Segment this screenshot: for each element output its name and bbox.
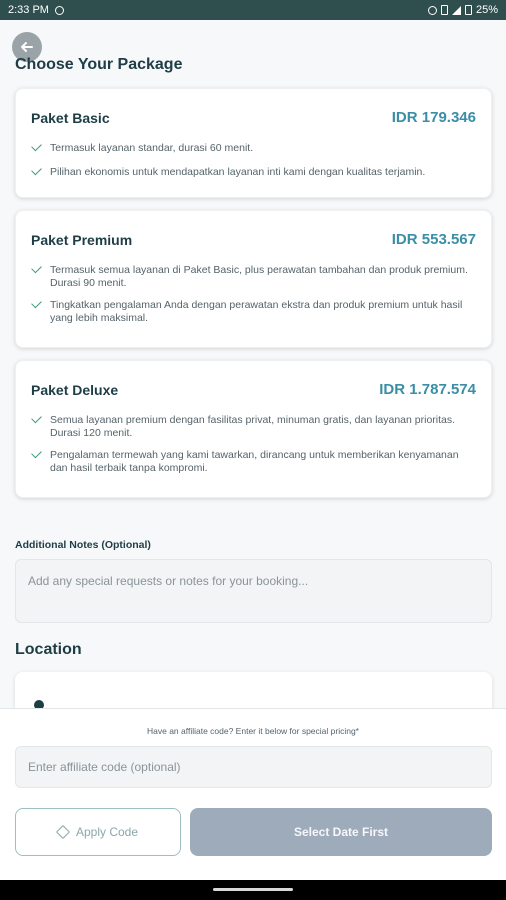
notification-icon — [54, 5, 64, 15]
package-feature: Pengalaman termewah yang kami tawarkan, … — [16, 447, 491, 475]
apply-code-label: Apply Code — [75, 825, 139, 839]
status-bar: 2:33 PM 25% — [0, 0, 506, 20]
check-icon — [31, 447, 42, 459]
location-pin-icon — [31, 697, 47, 708]
feature-text: Tingkatkan pengalaman Anda dengan perawa… — [50, 299, 463, 324]
package-name: Paket Premium — [31, 231, 133, 248]
booking-scroll-area[interactable]: Choose Your Package Paket Basic IDR 179.… — [0, 20, 506, 708]
package-name: Paket Basic — [31, 109, 110, 126]
package-price: IDR 179.346 — [391, 109, 476, 126]
check-icon — [31, 262, 42, 274]
check-icon — [31, 164, 42, 176]
signal-icon — [451, 5, 461, 15]
package-name: Paket Deluxe — [31, 381, 119, 398]
package-feature: Tingkatkan pengalaman Anda dengan perawa… — [16, 297, 491, 325]
alarm-icon — [440, 5, 448, 15]
package-price: IDR 1.787.574 — [379, 381, 476, 398]
affiliate-code-input[interactable] — [15, 746, 492, 788]
package-feature: Termasuk semua layanan di Paket Basic, p… — [16, 262, 491, 290]
select-date-button[interactable]: Select Date First — [190, 808, 492, 856]
system-nav-bar — [0, 880, 506, 900]
package-card-premium[interactable]: Paket Premium IDR 553.567 Termasuk semua… — [15, 210, 492, 348]
check-icon — [31, 140, 42, 152]
apply-code-button[interactable]: Apply Code — [15, 808, 181, 856]
package-feature: Pilihan ekonomis untuk mendapatkan layan… — [16, 164, 491, 179]
location-title: Location — [15, 641, 82, 658]
home-gesture-handle[interactable] — [213, 888, 293, 891]
arrow-left-icon — [21, 42, 33, 52]
package-feature: Semua layanan premium dengan fasilitas p… — [16, 412, 491, 440]
battery-level: 25% — [475, 4, 498, 16]
package-feature: Termasuk layanan standar, durasi 60 meni… — [16, 140, 491, 155]
page-title: Choose Your Package — [15, 56, 183, 73]
package-price: IDR 553.567 — [391, 231, 476, 248]
feature-text: Pengalaman termewah yang kami tawarkan, … — [50, 449, 459, 474]
dnd-icon — [427, 5, 437, 15]
affiliate-hint: Have an affiliate code? Enter it below f… — [147, 726, 359, 736]
feature-text: Semua layanan premium dengan fasilitas p… — [50, 414, 456, 439]
status-time: 2:33 PM — [8, 4, 49, 16]
check-icon — [31, 412, 42, 424]
notes-placeholder: Add any special requests or notes for yo… — [28, 574, 309, 588]
location-card[interactable] — [15, 672, 492, 708]
feature-text: Termasuk semua layanan di Paket Basic, p… — [50, 264, 468, 289]
tag-icon — [55, 824, 71, 840]
select-date-label: Select Date First — [293, 825, 389, 839]
feature-text: Pilihan ekonomis untuk mendapatkan layan… — [50, 166, 426, 178]
notes-label: Additional Notes (Optional) — [15, 539, 151, 551]
battery-icon — [464, 5, 472, 15]
package-card-deluxe[interactable]: Paket Deluxe IDR 1.787.574 Semua layanan… — [15, 360, 492, 498]
package-card-basic[interactable]: Paket Basic IDR 179.346 Termasuk layanan… — [15, 88, 492, 198]
bottom-action-panel: Have an affiliate code? Enter it below f… — [0, 708, 506, 880]
feature-text: Termasuk layanan standar, durasi 60 meni… — [50, 142, 254, 154]
notes-field[interactable]: Add any special requests or notes for yo… — [15, 559, 492, 623]
check-icon — [31, 297, 42, 309]
